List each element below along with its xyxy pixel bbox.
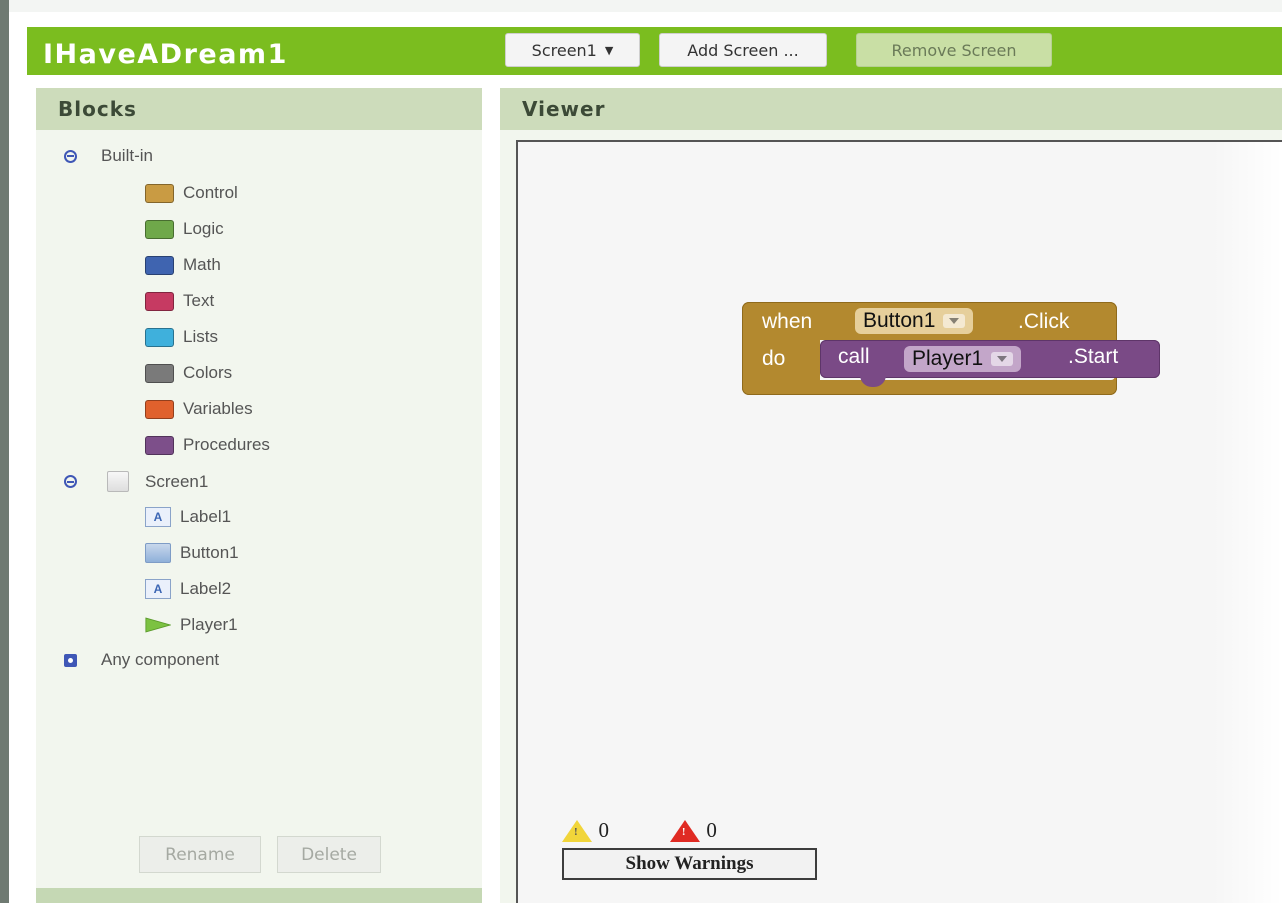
drawer-math[interactable]: Math [145, 255, 221, 275]
component-name: Player1 [180, 615, 238, 634]
error-count: 0 [706, 818, 717, 842]
tree-item-built-in[interactable]: Built-in [64, 146, 153, 166]
viewer-panel: Viewer when Button1 .Click do call Playe… [500, 88, 1282, 903]
component-name: Button1 [180, 543, 239, 562]
drawer-control[interactable]: Control [145, 183, 238, 203]
drawer-label: Procedures [183, 435, 270, 454]
expand-icon[interactable] [64, 653, 77, 667]
drawer-label: Variables [183, 399, 253, 418]
call-player-start-block[interactable]: call Player1 .Start [820, 340, 1160, 387]
tree-item-label: Built-in [101, 146, 153, 165]
warning-icon: ! [562, 819, 592, 842]
collapse-icon[interactable] [64, 149, 77, 163]
drawer-label: Math [183, 255, 221, 274]
delete-button[interactable]: Delete [277, 836, 381, 873]
drawer-label: Logic [183, 219, 224, 238]
add-screen-button[interactable]: Add Screen ... [659, 33, 827, 67]
blocks-panel-footer [36, 888, 482, 903]
screen-select-label: Screen1 [531, 40, 597, 60]
error-icon: ! [669, 819, 700, 842]
math-color-swatch [145, 255, 174, 275]
event-name: .Click [1018, 310, 1070, 333]
tree-item-screen1[interactable]: Screen1 [64, 471, 208, 492]
collapse-icon[interactable] [64, 475, 77, 488]
blocks-workspace[interactable]: when Button1 .Click do call Player1 .Sta… [516, 140, 1282, 903]
component-label2[interactable]: A Label2 [145, 579, 231, 599]
component-dropdown[interactable]: Button1 [855, 308, 974, 334]
call-keyword: call [838, 345, 870, 368]
component-player1[interactable]: Player1 [145, 615, 238, 635]
colors-color-swatch [145, 363, 174, 383]
drawer-lists[interactable]: Lists [145, 327, 218, 347]
method-name: .Start [1068, 345, 1119, 368]
do-keyword: do [762, 347, 786, 370]
tree-item-any-component[interactable]: Any component [64, 650, 219, 670]
lists-color-swatch [145, 327, 174, 347]
chevron-down-icon [991, 352, 1014, 366]
drawer-label: Colors [183, 363, 233, 382]
drawer-variables[interactable]: Variables [145, 399, 253, 419]
screen-select-dropdown[interactable]: Screen1 ▼ [505, 33, 640, 67]
component-name: Label2 [180, 579, 232, 598]
drawer-label: Text [183, 291, 215, 310]
variables-color-swatch [145, 399, 174, 419]
screen-icon [107, 471, 129, 492]
drawer-procedures[interactable]: Procedures [145, 435, 270, 455]
project-toolbar: IHaveADream1 Screen1 ▼ Add Screen ... Re… [27, 27, 1282, 75]
button-icon [145, 543, 171, 563]
component-button1[interactable]: Button1 [145, 543, 239, 563]
rename-button[interactable]: Rename [139, 836, 261, 873]
tree-item-label: Screen1 [145, 471, 209, 491]
procedures-color-swatch [145, 435, 174, 455]
warning-indicators: ! 0 ! 0 [562, 818, 717, 843]
label-icon: A [145, 579, 171, 599]
drawer-label: Control [183, 183, 238, 202]
text-color-swatch [145, 291, 174, 311]
player-icon [145, 615, 171, 635]
viewer-header: Viewer [500, 88, 1282, 130]
blocks-header: Blocks [36, 88, 482, 130]
drawer-label: Lists [183, 327, 218, 346]
component-label1[interactable]: A Label1 [145, 507, 231, 527]
blocks-panel: Blocks Built-in Control Logic Math Text … [36, 88, 482, 888]
show-warnings-button[interactable]: Show Warnings [562, 848, 817, 880]
drawer-text[interactable]: Text [145, 291, 214, 311]
drawer-logic[interactable]: Logic [145, 219, 224, 239]
tree-item-label: Any component [101, 650, 220, 669]
component-dropdown-label: Button1 [863, 309, 936, 332]
component-dropdown[interactable]: Player1 [904, 346, 1022, 372]
canvas-edge-fade [1212, 142, 1282, 903]
remove-screen-button[interactable]: Remove Screen [856, 33, 1052, 67]
component-dropdown-label: Player1 [912, 347, 984, 370]
warning-count: 0 [598, 818, 609, 842]
chevron-down-icon [943, 314, 966, 328]
window-top-edge [9, 0, 1282, 12]
drawer-colors[interactable]: Colors [145, 363, 232, 383]
window-frame [0, 0, 9, 903]
control-color-swatch [145, 183, 174, 203]
logic-color-swatch [145, 219, 174, 239]
chevron-down-icon: ▼ [604, 43, 614, 57]
when-keyword: when [762, 310, 813, 333]
project-title: IHaveADream1 [43, 39, 288, 70]
label-icon: A [145, 507, 171, 527]
component-name: Label1 [180, 507, 232, 526]
